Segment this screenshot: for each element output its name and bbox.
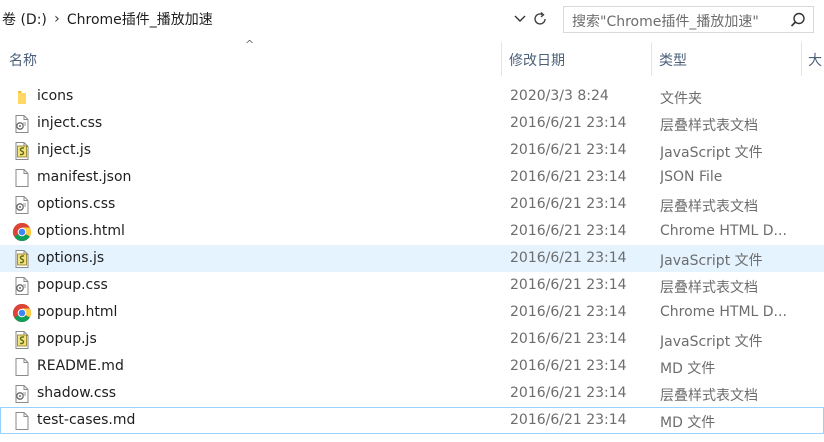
column-date[interactable]: 修改日期	[509, 50, 565, 70]
file-date: 2016/6/21 23:14	[510, 169, 627, 185]
column-name[interactable]: 名称	[9, 50, 37, 70]
column-size[interactable]: 大	[808, 50, 822, 70]
address-bar: 卷 (D:) › Chrome插件_播放加速 搜索"Chrome插件_播放加速"	[0, 0, 824, 38]
file-type: 层叠样式表文档	[660, 388, 758, 404]
chrome-icon	[12, 222, 32, 242]
file-type: MD 文件	[660, 361, 716, 377]
file-date: 2016/6/21 23:14	[510, 412, 627, 428]
file-row[interactable]: options.js 2016/6/21 23:14 JavaScript 文件	[0, 245, 824, 272]
file-row[interactable]: options.html 2016/6/21 23:14 Chrome HTML D…	[0, 218, 824, 245]
file-name[interactable]: options.css	[37, 196, 115, 212]
chrome-icon	[12, 303, 32, 323]
file-type: JSON File	[660, 169, 723, 185]
breadcrumb-item-drive[interactable]: 卷 (D:)	[0, 9, 49, 29]
refresh-icon	[534, 11, 546, 25]
chevron-down-icon	[514, 15, 526, 22]
file-name[interactable]: popup.js	[37, 331, 97, 347]
file-type: 层叠样式表文档	[660, 280, 758, 296]
file-type: Chrome HTML D...	[660, 223, 787, 239]
file-type: Chrome HTML D...	[660, 304, 787, 320]
file-list: icons 2020/3/3 8:24 文件夹 inject.css 2016/6/21…	[0, 83, 824, 434]
file-name[interactable]: popup.html	[37, 304, 117, 320]
js-file-icon	[12, 249, 32, 269]
file-name[interactable]: icons	[37, 88, 73, 104]
file-name[interactable]: test-cases.md	[37, 412, 135, 428]
file-name[interactable]: manifest.json	[37, 169, 131, 185]
file-date: 2016/6/21 23:14	[510, 385, 627, 401]
sort-ascending-icon: ^	[245, 38, 255, 51]
file-date: 2016/6/21 23:14	[510, 304, 627, 320]
file-name[interactable]: inject.css	[37, 115, 102, 131]
file-name[interactable]: inject.js	[37, 142, 91, 158]
file-date: 2020/3/3 8:24	[510, 88, 609, 104]
css-file-icon	[12, 276, 32, 296]
folder-icon	[12, 87, 32, 107]
file-name[interactable]: options.html	[37, 223, 125, 239]
file-type: JavaScript 文件	[660, 253, 763, 269]
file-row[interactable]: shadow.css 2016/6/21 23:14 层叠样式表文档	[0, 380, 824, 407]
file-type: 层叠样式表文档	[660, 199, 758, 215]
chevron-right-icon[interactable]: ›	[49, 11, 65, 27]
breadcrumb[interactable]: 卷 (D:) › Chrome插件_播放加速	[0, 7, 532, 31]
file-row[interactable]: inject.js 2016/6/21 23:14 JavaScript 文件	[0, 137, 824, 164]
file-name[interactable]: shadow.css	[37, 385, 116, 401]
blank-file-icon	[12, 357, 32, 377]
file-name[interactable]: options.js	[37, 250, 104, 266]
column-divider[interactable]	[651, 42, 652, 76]
file-date: 2016/6/21 23:14	[510, 250, 627, 266]
css-file-icon	[12, 114, 32, 134]
file-date: 2016/6/21 23:14	[510, 115, 627, 131]
file-date: 2016/6/21 23:14	[510, 142, 627, 158]
history-dropdown-button[interactable]	[510, 7, 530, 31]
column-divider[interactable]	[501, 42, 502, 76]
blank-file-icon	[12, 168, 32, 188]
file-type: JavaScript 文件	[660, 334, 763, 350]
search-box[interactable]: 搜索"Chrome插件_播放加速"	[563, 6, 814, 33]
js-file-icon	[12, 330, 32, 350]
file-type: JavaScript 文件	[660, 145, 763, 161]
file-date: 2016/6/21 23:14	[510, 223, 627, 239]
search-icon[interactable]	[789, 11, 807, 29]
file-date: 2016/6/21 23:14	[510, 331, 627, 347]
file-row[interactable]: popup.js 2016/6/21 23:14 JavaScript 文件	[0, 326, 824, 353]
column-type[interactable]: 类型	[659, 50, 687, 70]
file-row[interactable]: inject.css 2016/6/21 23:14 层叠样式表文档	[0, 110, 824, 137]
css-file-icon	[12, 195, 32, 215]
column-header: ^ 名称 修改日期 类型 大	[0, 38, 824, 80]
file-date: 2016/6/21 23:14	[510, 277, 627, 293]
file-row[interactable]: README.md 2016/6/21 23:14 MD 文件	[0, 353, 824, 380]
breadcrumb-item-folder[interactable]: Chrome插件_播放加速	[65, 9, 215, 29]
refresh-button[interactable]	[530, 7, 550, 31]
file-row[interactable]: options.css 2016/6/21 23:14 层叠样式表文档	[0, 191, 824, 218]
column-divider[interactable]	[801, 42, 802, 76]
file-date: 2016/6/21 23:14	[510, 358, 627, 374]
search-input[interactable]: 搜索"Chrome插件_播放加速"	[572, 11, 759, 31]
blank-file-icon	[12, 411, 32, 431]
file-row[interactable]: popup.html 2016/6/21 23:14 Chrome HTML D..…	[0, 299, 824, 326]
file-name[interactable]: README.md	[37, 358, 124, 374]
file-type: 层叠样式表文档	[660, 118, 758, 134]
css-file-icon	[12, 384, 32, 404]
file-type: 文件夹	[660, 91, 702, 107]
file-row[interactable]: manifest.json 2016/6/21 23:14 JSON File	[0, 164, 824, 191]
file-row[interactable]: popup.css 2016/6/21 23:14 层叠样式表文档	[0, 272, 824, 299]
file-row[interactable]: test-cases.md 2016/6/21 23:14 MD 文件	[0, 407, 824, 434]
file-name[interactable]: popup.css	[37, 277, 108, 293]
js-file-icon	[12, 141, 32, 161]
file-type: MD 文件	[660, 415, 716, 431]
file-date: 2016/6/21 23:14	[510, 196, 627, 212]
file-row[interactable]: icons 2020/3/3 8:24 文件夹	[0, 83, 824, 110]
